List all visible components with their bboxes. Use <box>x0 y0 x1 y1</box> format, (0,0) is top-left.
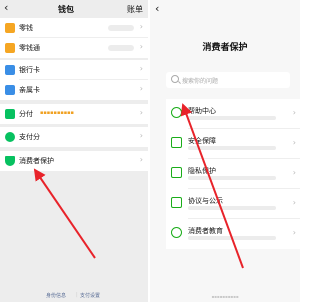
payment-settings-link[interactable]: 支付设置 <box>80 292 100 299</box>
wallet-balance-card: 零钱 › 零钱通 › <box>0 18 148 58</box>
menu-item-label: 隐私保护 <box>188 167 216 175</box>
menu-item-subtitle <box>188 116 276 120</box>
footer-divider: | <box>76 292 78 298</box>
chevron-right-icon: › <box>139 42 143 51</box>
payscore-icon <box>5 132 15 142</box>
change-icon <box>5 23 15 33</box>
help-center-card: 帮助中心 › 安全保障 › 隐私保护 › 协议与公示 › 消费者教育 › <box>166 99 300 249</box>
back-icon[interactable]: ‹ <box>155 2 159 15</box>
balance-hidden <box>108 25 134 31</box>
wallet-item-label: 零钱 <box>19 24 33 32</box>
wallet-item-fenfu[interactable]: 分付 ▪▪▪▪▪▪▪▪▪▪ › <box>0 104 148 124</box>
wallet-item-change[interactable]: 零钱 › <box>0 18 148 38</box>
chevron-right-icon: › <box>139 131 143 140</box>
wallet-fenfu-card: 分付 ▪▪▪▪▪▪▪▪▪▪ › <box>0 104 148 124</box>
page-title: 消费者保护 <box>202 43 248 53</box>
search-placeholder: 搜索你的问题 <box>182 78 219 85</box>
wallet-title: 钱包 <box>58 5 74 14</box>
wallet-panel: ‹ 钱包 账单 零钱 › 零钱通 › 银行卡 › 亲属卡 › 分付 ▪▪▪▪▪▪… <box>0 0 148 302</box>
menu-item-subtitle <box>188 206 276 210</box>
menu-item-label: 帮助中心 <box>188 107 216 115</box>
agreement-icon <box>171 197 182 208</box>
menu-item-subtitle <box>188 146 276 150</box>
service-footer-text: ▪▪▪▪▪▪▪▪▪▪ <box>211 294 239 299</box>
wallet-item-label: 分付 <box>19 110 33 118</box>
family-card-icon <box>5 85 15 95</box>
identity-info-link[interactable]: 身份信息 <box>46 292 66 299</box>
bill-button[interactable]: 账单 <box>127 4 143 15</box>
menu-item-agreement[interactable]: 协议与公示 › <box>166 189 300 219</box>
chevron-right-icon: › <box>139 64 143 73</box>
search-icon <box>171 75 179 83</box>
menu-item-education[interactable]: 消费者教育 › <box>166 219 300 249</box>
chevron-right-icon: › <box>292 198 296 207</box>
chevron-right-icon: › <box>292 138 296 147</box>
chevron-right-icon: › <box>139 22 143 31</box>
menu-item-subtitle <box>188 176 276 180</box>
search-input[interactable]: 搜索你的问题 <box>166 72 290 88</box>
fenfu-icon <box>5 109 15 119</box>
menu-item-label: 安全保障 <box>188 137 216 145</box>
wallet-payscore-card: 支付分 › <box>0 127 148 147</box>
wallet-item-label: 消费者保护 <box>19 157 54 165</box>
chevron-right-icon: › <box>139 155 143 164</box>
wallet-item-label: 零钱通 <box>19 44 40 52</box>
chevron-right-icon: › <box>292 168 296 177</box>
chevron-right-icon: › <box>292 108 296 117</box>
wallet-cards-card: 银行卡 › 亲属卡 › <box>0 60 148 100</box>
security-icon <box>171 137 182 148</box>
menu-item-help-center[interactable]: 帮助中心 › <box>166 99 300 129</box>
wallet-item-label: 支付分 <box>19 133 40 141</box>
wallet-nav-bar: ‹ 钱包 账单 <box>0 0 148 18</box>
wallet-item-label: 亲属卡 <box>19 86 40 94</box>
chevron-right-icon: › <box>139 108 143 117</box>
bank-card-icon <box>5 65 15 75</box>
menu-item-label: 协议与公示 <box>188 197 223 205</box>
wallet-item-change-pass[interactable]: 零钱通 › <box>0 38 148 58</box>
wallet-item-bank-card[interactable]: 银行卡 › <box>0 60 148 80</box>
menu-item-privacy[interactable]: 隐私保护 › <box>166 159 300 189</box>
menu-item-label: 消费者教育 <box>188 227 223 235</box>
back-icon[interactable]: ‹ <box>4 1 8 14</box>
wallet-item-family-card[interactable]: 亲属卡 › <box>0 80 148 100</box>
wallet-consumer-card: 消费者保护 › <box>0 151 148 171</box>
help-icon <box>171 107 182 118</box>
menu-item-security[interactable]: 安全保障 › <box>166 129 300 159</box>
menu-item-subtitle <box>188 236 276 240</box>
wallet-item-consumer-protection[interactable]: 消费者保护 › <box>0 151 148 171</box>
wallet-item-payscore[interactable]: 支付分 › <box>0 127 148 147</box>
fenfu-promo: ▪▪▪▪▪▪▪▪▪▪ <box>40 110 74 116</box>
chevron-right-icon: › <box>292 228 296 237</box>
consumer-protection-icon <box>5 156 15 166</box>
wallet-item-label: 银行卡 <box>19 66 40 74</box>
chevron-right-icon: › <box>139 84 143 93</box>
education-icon <box>171 227 182 238</box>
balance-hidden <box>108 45 134 51</box>
change-pass-icon <box>5 43 15 53</box>
privacy-icon <box>171 167 182 178</box>
